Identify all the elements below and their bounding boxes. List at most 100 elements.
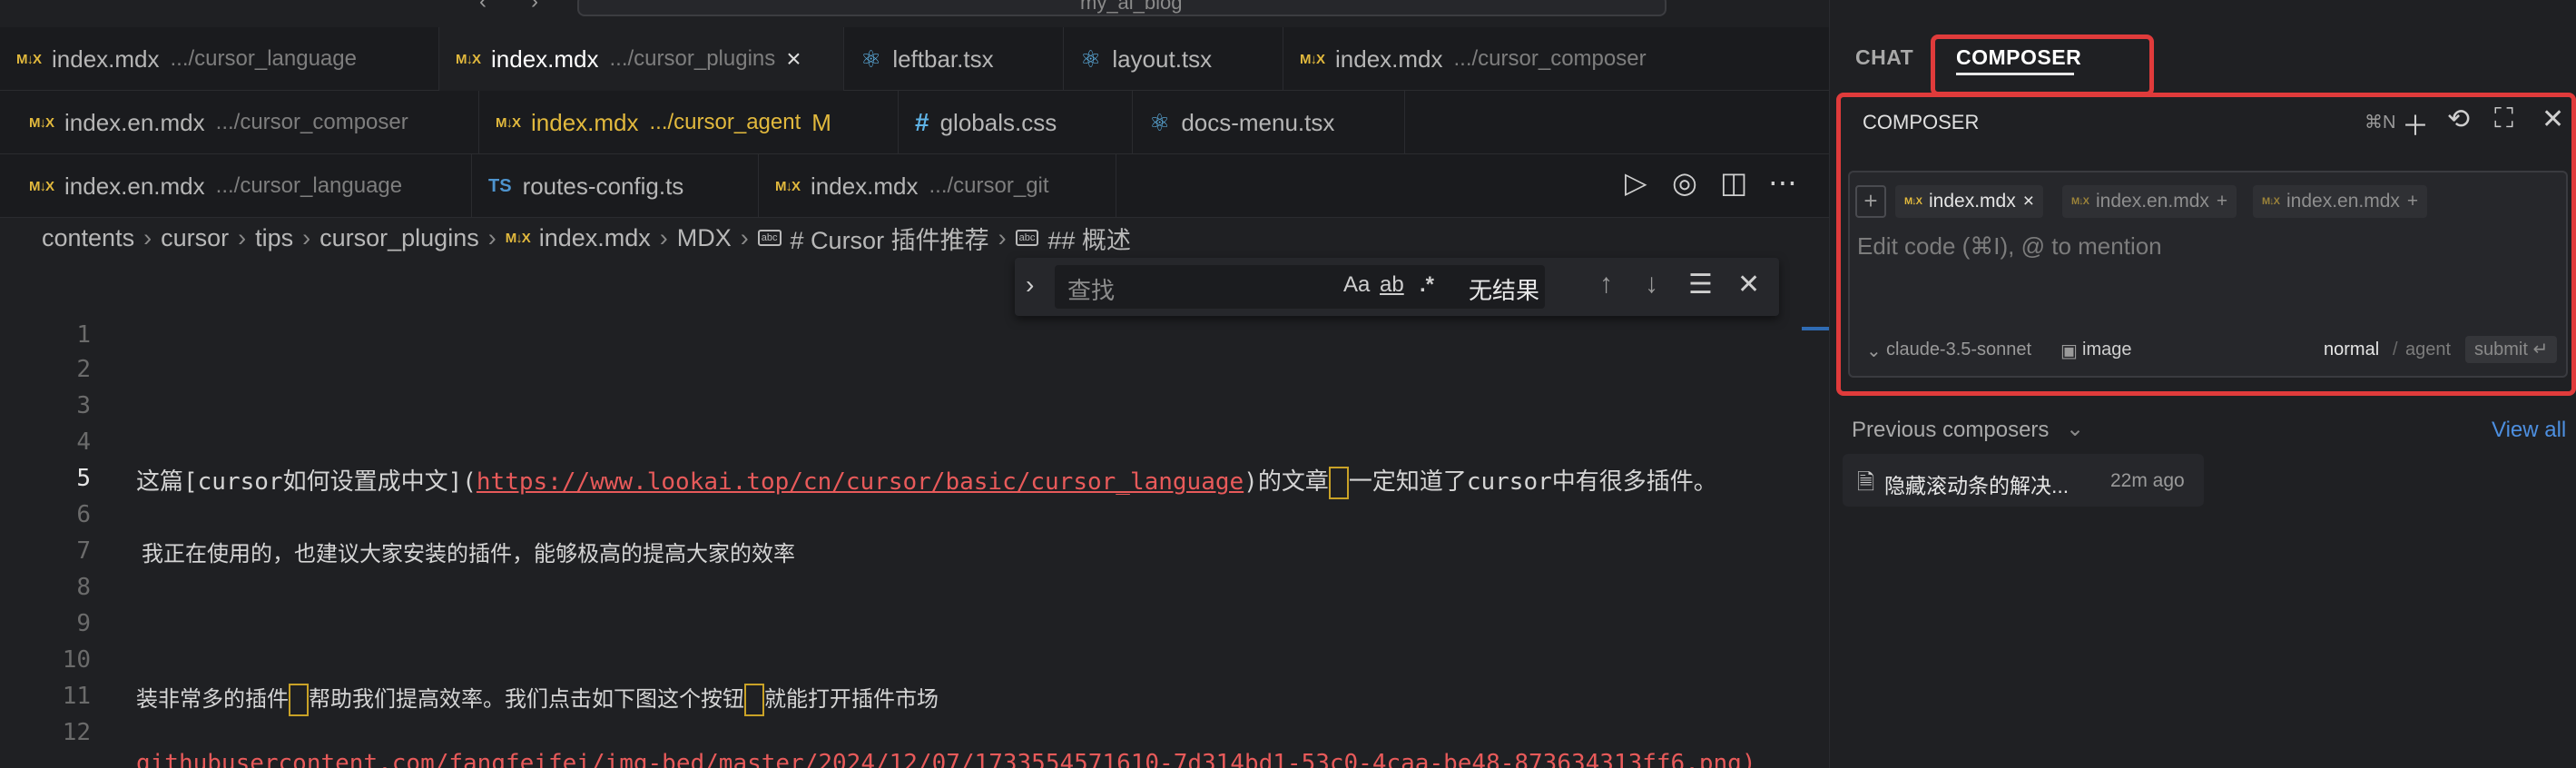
tab-index-mdx-cursor-composer[interactable]: M↓X index.mdx .../cursor_composer [1283,27,1829,91]
chevron-right-icon: › [998,223,1007,251]
mdx-file-icon: M↓X [16,51,42,67]
highlight-annotation-box [1931,34,2154,96]
tab-label: index.mdx [491,44,599,73]
tab-routes-config-ts[interactable]: TS routes-config.ts [472,154,759,218]
tab-label: layout.tsx [1112,44,1213,73]
code-line-12[interactable]: githubusercontent.com/fangfeifei/img-bed… [136,750,1797,768]
line-number: 7 [76,537,91,565]
line-number: 4 [76,428,91,456]
tab-path: .../cursor_composer [1453,46,1647,71]
find-result-count: 无结果 [1469,277,1540,304]
document-icon: 🗎︎ [1857,470,1875,495]
modified-badge: M [811,108,831,136]
tab-label: index.mdx [811,172,919,200]
arrow-down-icon[interactable]: ↓ [1645,269,1658,300]
mdx-file-icon: M↓X [505,230,531,246]
chevron-right-icon[interactable]: › [531,0,538,15]
more-actions-icon[interactable]: ⋯ [1768,165,1797,200]
css-hash-icon: # [915,108,929,136]
breadcrumb-item[interactable]: tips [255,224,293,252]
chevron-down-icon[interactable]: ⌄ [2066,416,2084,442]
tab-globals-css[interactable]: # globals.css [899,91,1133,154]
code-line-7[interactable]: 我正在使用的，也建议大家安装的插件，能够极高的提高大家的效率 [142,536,795,567]
toggle-replace-chevron-icon[interactable]: › [1026,271,1034,300]
line-number: 10 [62,646,91,674]
mdx-file-icon: M↓X [456,51,481,67]
code-text: 装非常多的插件 [136,686,289,712]
tab-path: .../cursor_agent [649,110,801,134]
symbol-string-icon: abc [1015,230,1039,246]
tab-layout-tsx[interactable]: ⚛ layout.tsx [1064,27,1283,91]
chevron-right-icon: › [487,223,497,251]
tab-label: routes-config.ts [522,172,684,200]
tab-index-mdx-cursor-agent[interactable]: M↓X index.mdx .../cursor_agent M [479,91,899,154]
breadcrumb-item[interactable]: # Cursor 插件推荐 [791,221,989,256]
highlight-annotation-box [1836,93,2576,396]
code-text: 一定知道了cursor中有很多插件。 [1348,468,1717,496]
match-case-toggle[interactable]: Aa [1343,272,1370,298]
chevron-right-icon: › [143,223,152,251]
tab-label: leftbar.tsx [892,44,994,73]
tab-index-en-mdx-cursor-language[interactable]: M↓X index.en.mdx .../cursor_language [13,154,472,218]
punctuation-highlight [744,684,764,716]
breadcrumb-item[interactable]: cursor [161,224,229,252]
breadcrumb: contents › cursor › tips › cursor_plugin… [42,218,1131,258]
chevron-right-icon: › [302,223,311,251]
tab-leftbar-tsx[interactable]: ⚛ leftbar.tsx [844,27,1064,91]
find-widget: › 查找 Aa ab .* 无结果 ↑ ↓ ☰ ✕ [1015,258,1779,316]
ai-chat-icon[interactable]: ◎ [1672,165,1697,200]
find-in-selection-icon[interactable]: ☰ [1688,269,1713,300]
tab-path: .../cursor_language [215,173,403,198]
line-number: 12 [62,719,91,743]
run-play-icon[interactable]: ▷ [1625,165,1647,200]
editor-tab-row-3: M↓X index.en.mdx .../cursor_language TS … [0,154,1829,218]
previous-composer-time: 22m ago [2110,470,2185,491]
ts-file-icon: TS [488,175,512,196]
tab-label: index.mdx [1335,44,1443,73]
close-icon[interactable]: × [786,44,801,74]
code-text: 这篇[cursor如何设置成中文]( [136,468,477,496]
code-text: 帮助我们提高效率。我们点击如下图这个按钮 [309,686,744,712]
punctuation-highlight [289,684,309,716]
chevron-left-icon[interactable]: ‹ [479,0,487,15]
tab-label: index.en.mdx [64,172,205,200]
tab-index-mdx-cursor-git[interactable]: M↓X index.mdx .../cursor_git [759,154,1116,218]
split-editor-icon[interactable]: ◫ [1720,165,1747,200]
react-file-icon: ⚛ [1080,44,1102,73]
code-link[interactable]: https://www.lookai.top/cn/cursor/basic/c… [477,468,1244,496]
close-icon[interactable]: ✕ [1737,269,1760,300]
breadcrumb-item[interactable]: ## 概述 [1047,221,1131,256]
breadcrumb-item[interactable]: cursor_plugins [320,224,479,252]
line-number: 1 [76,321,91,349]
mdx-file-icon: M↓X [775,178,801,194]
symbol-string-icon: abc [757,230,782,246]
line-number: 3 [76,392,91,419]
tab-label: globals.css [939,108,1057,136]
tab-docs-menu-tsx[interactable]: ⚛ docs-menu.tsx [1133,91,1405,154]
regex-toggle[interactable]: .* [1420,272,1434,298]
tab-label: index.mdx [52,44,160,73]
whole-word-toggle[interactable]: ab [1380,272,1404,298]
editor-tab-row-2: M↓X index.en.mdx .../cursor_composer M↓X… [0,91,1829,154]
tab-path: .../cursor_language [170,46,357,71]
tab-index-mdx-cursor-plugins[interactable]: M↓X index.mdx .../cursor_plugins × [439,27,844,91]
breadcrumb-item[interactable]: contents [42,224,134,252]
view-all-link[interactable]: View all [2492,418,2566,443]
tab-index-mdx-cursor-language[interactable]: M↓X index.mdx .../cursor_language [0,27,439,91]
tab-chat[interactable]: CHAT [1855,45,1913,70]
punctuation-highlight [1328,466,1349,499]
tab-label: docs-menu.tsx [1181,108,1335,136]
minimap-indicator[interactable] [1802,327,1829,330]
tab-index-en-mdx-cursor-composer[interactable]: M↓X index.en.mdx .../cursor_composer [13,91,479,154]
mdx-file-icon: M↓X [29,114,54,131]
line-number: 8 [76,574,91,601]
code-line-11[interactable]: 装非常多的插件 帮助我们提高效率。我们点击如下图这个按钮 就能打开插件市场 [136,681,939,716]
line-number: 2 [76,356,91,383]
chevron-right-icon: › [659,223,668,251]
code-line-5[interactable]: 这篇[cursor如何设置成中文](https://www.lookai.top… [136,463,1717,499]
arrow-up-icon[interactable]: ↑ [1599,269,1613,300]
breadcrumb-item[interactable]: MDX [677,224,732,252]
tab-label: index.mdx [531,108,639,136]
breadcrumb-item[interactable]: index.mdx [539,224,651,252]
previous-composers-label[interactable]: Previous composers [1852,418,2049,443]
